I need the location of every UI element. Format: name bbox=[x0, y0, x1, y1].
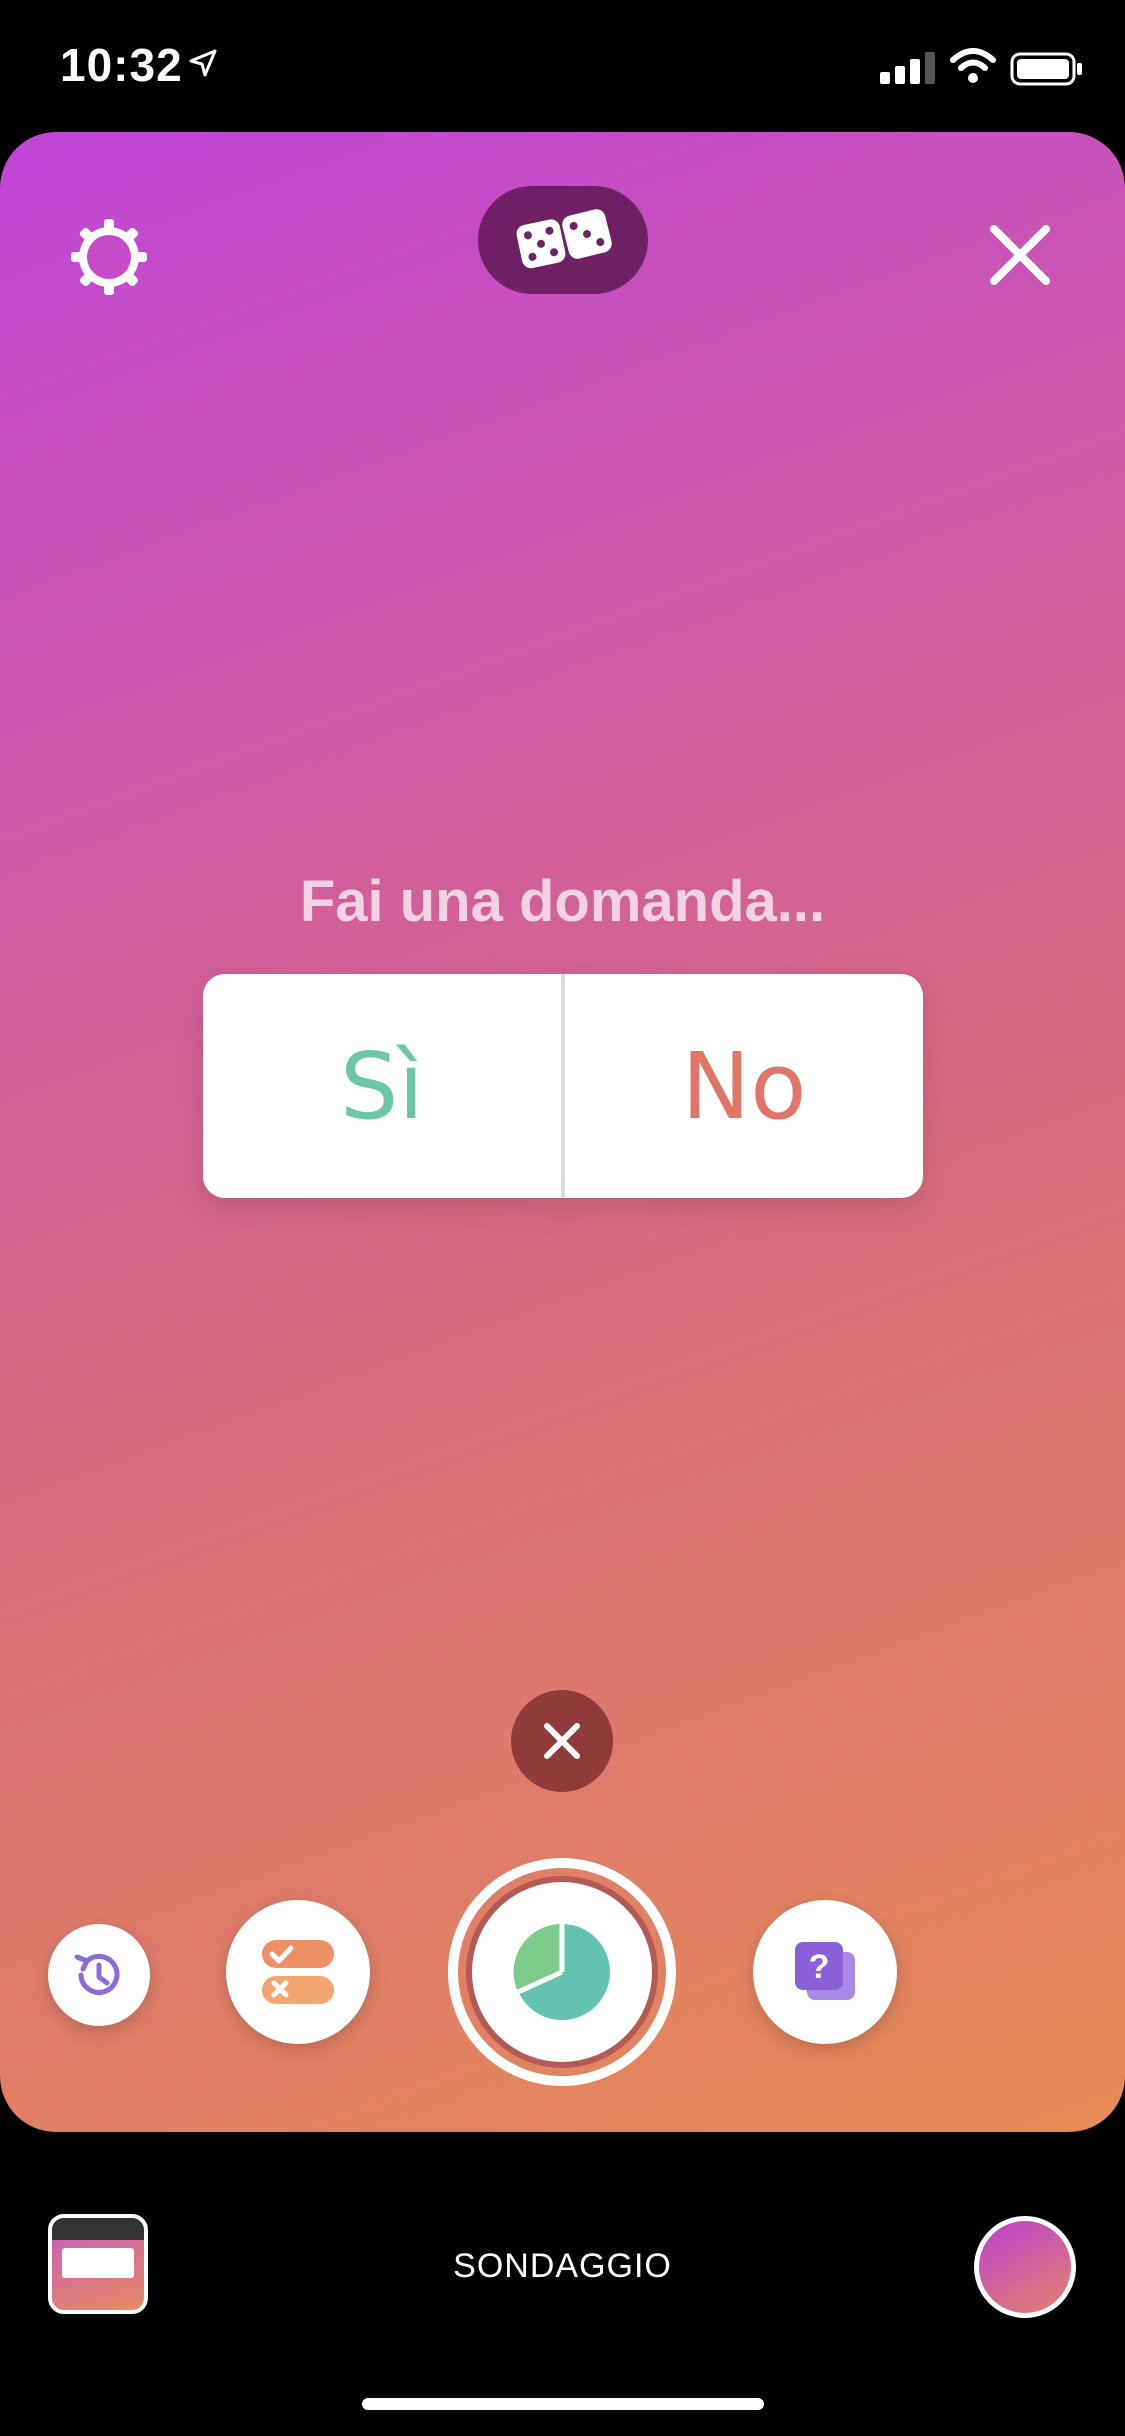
close-icon bbox=[990, 225, 1050, 285]
quiz-sticker-button[interactable] bbox=[226, 1900, 370, 2044]
settings-button[interactable] bbox=[64, 212, 154, 302]
poll-option-yes[interactable]: Sì bbox=[203, 974, 565, 1198]
poll-sticker[interactable]: Sì No bbox=[203, 974, 923, 1198]
mode-label: SONDAGGIO bbox=[453, 2247, 672, 2285]
poll-option-no[interactable]: No bbox=[565, 974, 923, 1198]
status-bar: 10:32 bbox=[0, 0, 1125, 130]
story-canvas[interactable]: Fai una domanda... Sì No ? bbox=[0, 132, 1125, 2132]
cellular-signal-icon bbox=[880, 52, 935, 84]
status-time: 10:32 bbox=[60, 39, 183, 91]
svg-text:?: ? bbox=[809, 1948, 830, 1986]
settings-icon bbox=[71, 219, 147, 295]
poll-button-face bbox=[466, 1876, 658, 2068]
history-button[interactable] bbox=[48, 1924, 150, 2026]
home-indicator[interactable] bbox=[362, 2398, 764, 2410]
question-sticker-icon: ? bbox=[795, 1942, 855, 2000]
close-button[interactable] bbox=[975, 210, 1065, 300]
history-icon bbox=[74, 1953, 120, 1995]
battery-icon bbox=[1010, 52, 1082, 86]
thumbnail-header bbox=[52, 2218, 144, 2240]
background-color-button[interactable] bbox=[974, 2216, 1076, 2318]
poll-icon bbox=[513, 1923, 610, 2020]
quiz-icon bbox=[262, 1940, 334, 2004]
poll-sticker-button[interactable] bbox=[448, 1858, 676, 2086]
poll-question-input[interactable]: Fai una domanda... bbox=[0, 868, 1125, 935]
location-arrow-icon bbox=[189, 49, 217, 77]
remove-sticker-button[interactable] bbox=[511, 1690, 613, 1792]
close-icon bbox=[544, 1723, 580, 1759]
wifi-icon bbox=[950, 48, 996, 83]
question-sticker-button[interactable]: ? bbox=[753, 1900, 897, 2044]
dice-button[interactable] bbox=[478, 186, 648, 294]
dice-icon bbox=[516, 209, 612, 269]
